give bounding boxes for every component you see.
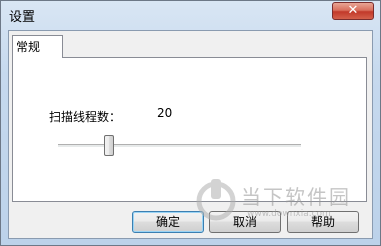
tab-general[interactable]: 常规 — [12, 35, 63, 58]
general-tab-panel: 扫描线程数： 20 — [12, 57, 367, 202]
cancel-button[interactable]: 取消 — [209, 211, 281, 233]
title-bar[interactable]: 设置 ✕ — [1, 1, 380, 30]
scan-threads-slider-track[interactable] — [58, 144, 301, 148]
settings-dialog: 设置 ✕ 常规 扫描线程数： 20 确定 取消 帮助 当下软件园 www.dow… — [0, 0, 381, 246]
scan-threads-label: 扫描线程数： — [49, 110, 122, 124]
dialog-client-area: 常规 扫描线程数： 20 确定 取消 帮助 — [8, 30, 373, 239]
ok-button[interactable]: 确定 — [132, 211, 204, 233]
window-title: 设置 — [9, 10, 36, 25]
scan-threads-value: 20 — [157, 106, 173, 120]
close-button[interactable]: ✕ — [332, 2, 374, 20]
scan-threads-slider-thumb[interactable] — [104, 135, 114, 156]
help-button[interactable]: 帮助 — [287, 211, 359, 233]
